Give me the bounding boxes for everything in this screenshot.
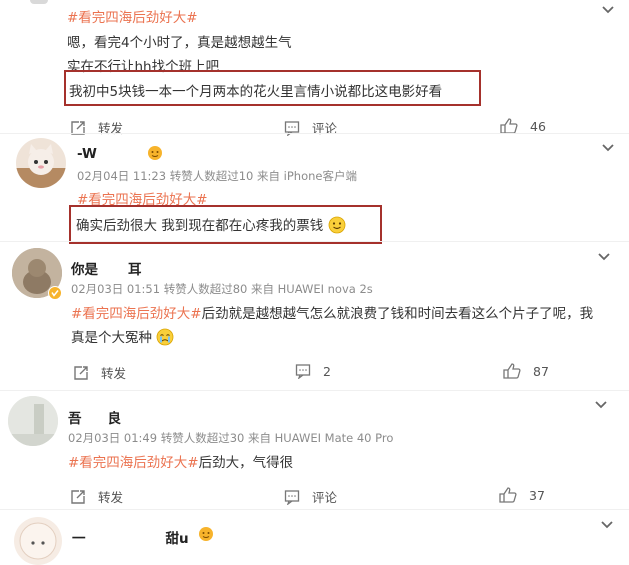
thumbs-up-icon <box>499 487 517 503</box>
repost-icon <box>71 489 85 504</box>
repost-button[interactable]: 转发 <box>70 487 123 506</box>
comment-count: 2 <box>323 363 331 379</box>
post-text: #看完四海后劲好大#后劲就是越想越气怎么就浪费了钱和时间去看这么个片子了呢，我 <box>71 302 593 322</box>
post-text-body: 真是个大冤种 <box>71 330 152 346</box>
username-part: 吾 <box>68 411 82 427</box>
post-text-body: 后劲大，气得很 <box>198 455 294 471</box>
crying-emoji-icon <box>156 328 174 346</box>
chevron-down-icon[interactable] <box>601 0 615 19</box>
post-text: 真是个大冤种 <box>71 326 174 346</box>
divider <box>0 390 629 391</box>
username[interactable]: -W <box>77 146 97 162</box>
comment-button[interactable]: 评论 <box>284 118 337 137</box>
post-text-body: 确实后劲很大 我到现在都在心疼我的票钱 <box>76 218 324 234</box>
avatar[interactable] <box>14 517 62 565</box>
username-part: 耳 <box>128 262 142 278</box>
repost-button[interactable]: 转发 <box>70 118 123 137</box>
hashtag-link[interactable]: #看完四海后劲好大# <box>68 455 199 471</box>
vip-badge-icon <box>198 526 214 546</box>
post-text: #看完四海后劲好大#后劲大，气得很 <box>68 451 293 471</box>
username-part: 甜u <box>165 531 189 547</box>
like-button[interactable]: 37 <box>499 487 545 503</box>
hashtag-link[interactable]: #看完四海后劲好大# <box>71 306 202 322</box>
photo-avatar-icon <box>8 396 58 446</box>
post-text-body: 后劲就是越想越气怎么就浪费了钱和时间去看这么个片子了呢，我 <box>201 306 594 322</box>
post-text-line: 我初中5块钱一本一个月两本的花火里言情小说都比这电影好看 <box>69 84 443 100</box>
thumbs-up-icon <box>500 118 518 134</box>
avatar[interactable] <box>16 138 66 188</box>
post-meta: 02月03日 01:51 转赞人数超过80 来自 HUAWEI nova 2s <box>71 282 373 296</box>
hashtag-link[interactable]: #看完四海后劲好大# <box>67 6 198 26</box>
username-part: 良 <box>107 411 122 427</box>
username[interactable]: 你是 耳 <box>71 258 142 278</box>
post-meta: 02月03日 01:49 转赞人数超过30 来自 HUAWEI Mate 40 … <box>68 431 394 445</box>
chevron-down-icon[interactable] <box>600 515 614 534</box>
repost-label: 转发 <box>98 121 124 136</box>
post-meta: 02月04日 11:23 转赞人数超过10 来自 iPhone客户端 <box>77 169 357 183</box>
comment-button[interactable]: 2 <box>295 363 331 379</box>
comment-label: 评论 <box>312 121 338 136</box>
avatar[interactable] <box>30 0 48 4</box>
repost-label: 转发 <box>101 366 127 381</box>
verified-badge-icon <box>48 285 62 304</box>
smile-emoji-icon <box>328 216 345 234</box>
comment-label: 评论 <box>312 490 338 505</box>
chevron-down-icon[interactable] <box>601 138 615 157</box>
like-button[interactable]: 87 <box>503 363 549 379</box>
like-count: 87 <box>533 363 549 379</box>
thumbs-up-icon <box>503 363 521 379</box>
like-button[interactable]: 46 <box>500 118 546 134</box>
repost-label: 转发 <box>98 490 124 505</box>
repost-button[interactable]: 转发 <box>73 363 126 382</box>
divider <box>0 241 629 242</box>
chevron-down-icon[interactable] <box>597 247 611 266</box>
post-text-line: 嗯，看完4个小时了，真是越想越生气 <box>67 35 292 51</box>
avatar[interactable] <box>8 396 58 446</box>
like-count: 46 <box>530 118 546 134</box>
comment-icon <box>284 489 300 505</box>
comment-button[interactable]: 评论 <box>284 487 337 506</box>
username[interactable]: 一 甜u <box>72 527 189 547</box>
username[interactable]: 吾良 <box>68 407 121 427</box>
username-part: 你是 <box>71 262 98 278</box>
cartoon-avatar-icon <box>19 522 57 560</box>
divider <box>0 133 629 134</box>
comment-icon <box>295 364 311 379</box>
vip-badge-icon <box>147 145 163 165</box>
repost-icon <box>74 365 88 380</box>
username-part: 一 <box>72 531 86 547</box>
cat-avatar-icon <box>16 144 66 188</box>
chevron-down-icon[interactable] <box>594 395 608 414</box>
like-count: 37 <box>529 487 545 503</box>
post-text: 确实后劲很大 我到现在都在心疼我的票钱 <box>76 214 346 234</box>
divider <box>0 509 629 510</box>
